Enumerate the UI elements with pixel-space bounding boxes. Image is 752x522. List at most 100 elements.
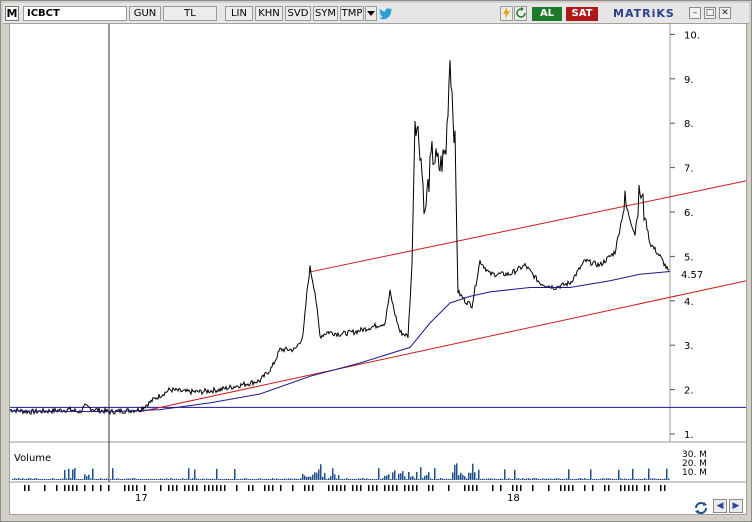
volume-bar	[300, 478, 302, 480]
minimize-icon[interactable]: –	[689, 7, 701, 19]
date-tick	[340, 485, 342, 491]
svd-button[interactable]: SVD	[285, 6, 311, 21]
volume-bar	[60, 478, 62, 480]
date-tick	[196, 485, 198, 491]
date-tick	[628, 485, 630, 491]
volume-bar	[528, 478, 530, 480]
volume-bar	[34, 478, 36, 480]
volume-bar	[602, 478, 604, 480]
date-ticks	[24, 485, 666, 491]
volume-bar	[166, 478, 168, 480]
volume-bar	[92, 468, 94, 480]
date-tick	[356, 485, 358, 491]
dropdown-button[interactable]	[365, 6, 377, 21]
volume-bar	[368, 479, 370, 480]
sym-button[interactable]: SYM	[313, 6, 338, 21]
refresh-button[interactable]	[514, 6, 527, 21]
lightning-button[interactable]	[500, 6, 513, 21]
volume-bar	[540, 479, 542, 480]
volume-bar	[146, 479, 148, 480]
date-tick	[516, 485, 518, 491]
volume-bar	[420, 467, 422, 480]
volume-bar	[148, 479, 150, 480]
scroll-left-button[interactable]: ◀	[713, 499, 727, 513]
volume-bar	[476, 478, 478, 480]
volume-bar	[22, 478, 24, 480]
volume-bar	[46, 479, 48, 480]
volume-bar	[474, 472, 476, 480]
volume-bar	[508, 478, 510, 480]
volume-bar	[122, 479, 124, 480]
chart-area[interactable]: 10. 9. 8. 7. 6. 5. 4. 3. 2. 1. Volume 30. M 20. M…	[9, 23, 747, 515]
volume-bar	[636, 479, 638, 480]
app-logo[interactable]: M	[5, 6, 19, 21]
volume-bar	[342, 479, 344, 480]
volume-bar	[550, 478, 552, 480]
volume-bar	[90, 478, 92, 480]
sell-button[interactable]: SAT	[566, 7, 598, 21]
date-tick	[132, 485, 134, 491]
date-tick	[56, 485, 58, 491]
volume-bar	[336, 478, 338, 480]
volume-bar	[128, 478, 130, 480]
date-tick	[520, 485, 522, 491]
buy-button[interactable]: AL	[532, 7, 562, 21]
volume-bar	[590, 469, 592, 480]
volume-bar	[472, 463, 474, 480]
volume-bar	[642, 479, 644, 480]
volume-bar	[542, 478, 544, 480]
volume-bar	[634, 479, 636, 480]
khn-button[interactable]: KHN	[255, 6, 283, 21]
volume-bar	[260, 478, 262, 480]
volume-bar	[94, 479, 96, 480]
volume-bar	[468, 472, 470, 480]
volume-bar	[460, 472, 462, 480]
volume-bar	[326, 479, 328, 480]
date-tick	[664, 485, 666, 491]
date-tick	[548, 485, 550, 491]
tmp-button[interactable]: TMP	[340, 6, 364, 21]
maximize-icon[interactable]: □	[704, 7, 716, 19]
volume-bar	[206, 478, 208, 480]
twitter-icon[interactable]	[379, 7, 393, 20]
volume-bar	[558, 478, 560, 480]
date-tick	[100, 485, 102, 491]
date-tick	[648, 485, 650, 491]
volume-bar	[456, 463, 458, 480]
volume-bar	[548, 478, 550, 480]
volume-bar	[204, 479, 206, 480]
volume-bar	[514, 469, 516, 480]
volume-bar	[226, 478, 228, 480]
volume-bar	[276, 478, 278, 480]
linear-button[interactable]: LIN	[225, 6, 253, 21]
volume-bar	[662, 479, 664, 480]
date-tick	[224, 485, 226, 491]
date-tick	[568, 485, 570, 491]
volume-bar	[302, 473, 304, 480]
volume-bar	[622, 479, 624, 480]
currency-button[interactable]: TL	[163, 6, 217, 21]
volume-bar	[154, 479, 156, 480]
date-tick	[268, 485, 270, 491]
date-tick	[280, 485, 282, 491]
volume-bar	[496, 479, 498, 480]
volume-bar	[604, 478, 606, 480]
brand-logo: MATRiKS	[613, 7, 675, 20]
volume-bar	[620, 478, 622, 480]
date-tick	[168, 485, 170, 491]
period-button[interactable]: GUN	[129, 6, 161, 21]
volume-bar	[58, 479, 60, 480]
symbol-field[interactable]: ICBCT	[23, 6, 127, 21]
volume-bar	[208, 479, 210, 480]
date-tick	[220, 485, 222, 491]
volume-bar	[66, 478, 68, 480]
sync-icon[interactable]	[693, 500, 709, 516]
volume-bar	[532, 478, 534, 480]
volume-bar	[280, 479, 282, 480]
scroll-right-button[interactable]: ▶	[729, 499, 743, 513]
volume-bar	[248, 479, 250, 480]
volume-bar	[200, 479, 202, 480]
volume-bar	[596, 479, 598, 480]
close-icon[interactable]: ✕	[719, 7, 731, 19]
price-chart[interactable]: 10. 9. 8. 7. 6. 5. 4. 3. 2. 1. Volume 30. M 20. M…	[9, 24, 747, 514]
